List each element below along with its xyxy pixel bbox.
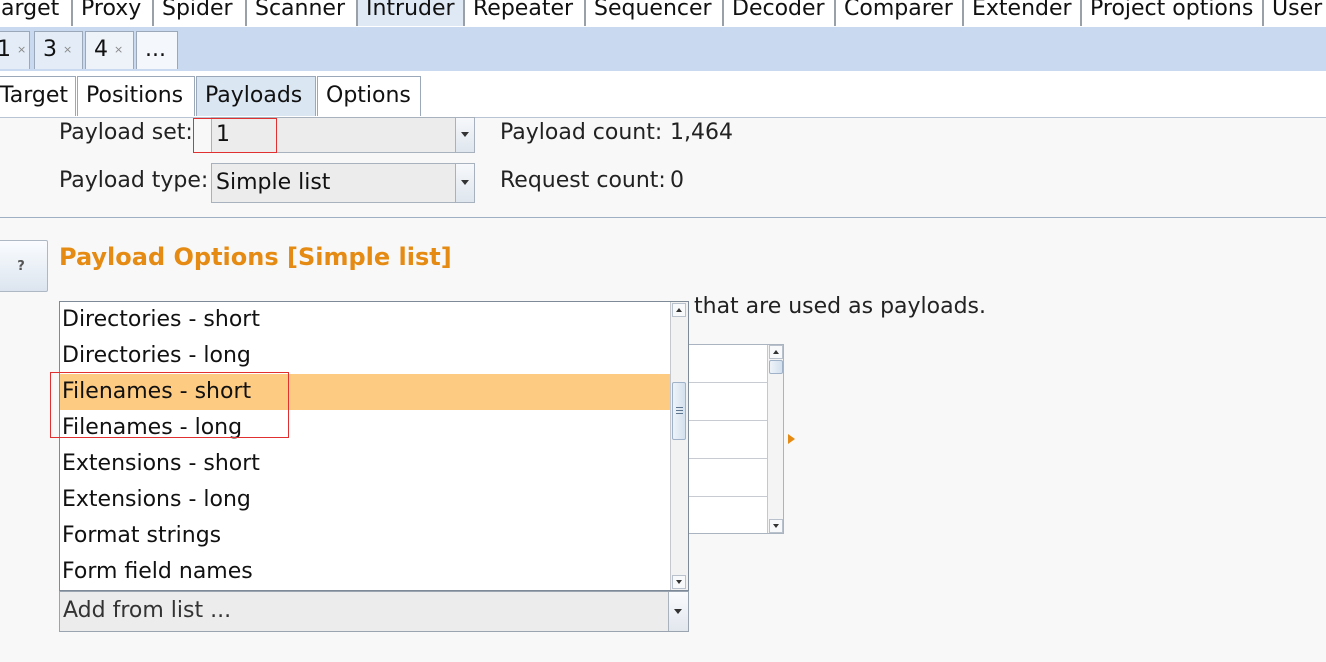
scroll-up-icon[interactable] [672,303,686,317]
close-icon[interactable]: × [63,43,72,56]
tab-label: Scanner [255,0,346,21]
annotation-box [50,372,289,438]
tab-label: Decoder [732,0,825,21]
tab-label: Repeater [473,0,574,21]
payload-type-value: Simple list [216,170,331,195]
list-item[interactable]: Extensions - long [60,482,671,518]
scroll-thumb[interactable] [672,382,686,440]
tab-label: Payloads [205,83,303,108]
section-divider [0,217,1326,218]
list-item[interactable]: Directories - short [60,302,671,338]
list-item[interactable]: Directories - long [60,338,671,374]
tab-positions[interactable]: Positions [77,76,195,116]
payload-type-select[interactable]: Simple list [211,163,475,203]
tab-label: arget [1,0,60,21]
tab-label: Options [326,83,411,108]
tab-label: Spider [162,0,233,21]
tab-label: Comparer [844,0,953,21]
close-icon[interactable]: × [17,43,26,56]
tab-extender[interactable]: Extender [963,0,1081,26]
instance-tab-1[interactable]: 1 × [0,31,30,69]
add-from-list-dropdown[interactable]: Directories - short Directories - long F… [59,301,689,591]
tab-label: 1 [0,37,11,62]
tab-label: 3 [43,37,57,62]
tab-label: Extender [972,0,1072,21]
payload-count-label: Payload count: [500,120,663,145]
instance-tab-bar: 1 × 3 × 4 × ... [0,27,1326,72]
annotation-box [193,118,277,153]
scrollbar[interactable] [767,345,783,533]
payload-count-value: 1,464 [670,120,733,145]
list-item[interactable]: Form field names [60,554,671,590]
request-count-value: 0 [670,168,684,193]
instance-tab-4[interactable]: 4 × [85,31,134,69]
new-tab-button[interactable]: ... [136,31,178,69]
tab-sequencer[interactable]: Sequencer [585,0,723,26]
request-count-label: Request count: [500,168,666,193]
scroll-up-icon[interactable] [769,345,783,359]
dropdown-arrow-icon[interactable] [668,592,688,631]
tab-label: Sequencer [594,0,712,21]
close-icon[interactable]: × [114,43,123,56]
tab-label: Target [0,83,69,108]
tab-options[interactable]: Options [317,76,421,116]
help-button[interactable]: ? [0,240,48,292]
payload-list-table[interactable] [688,344,784,534]
tab-proxy[interactable]: Proxy [72,0,153,26]
section-heading: Payload Options [Simple list] [59,243,452,271]
add-from-list-label: Add from list ... [63,598,232,623]
tab-label: Project options [1090,0,1254,21]
payload-type-label: Payload type: [59,168,209,193]
tab-intruder[interactable]: Intruder [357,0,464,26]
sub-tab-bar: Target Positions Payloads Options [0,71,1326,118]
tab-label: ... [145,37,166,62]
scroll-down-icon[interactable] [672,575,686,589]
tab-repeater[interactable]: Repeater [464,0,585,26]
tab-scanner[interactable]: Scanner [246,0,357,26]
payload-set-label: Payload set: [59,120,193,145]
instance-tab-3[interactable]: 3 × [34,31,83,69]
arrow-right-icon [788,434,795,444]
dropdown-arrow-icon[interactable] [455,118,474,152]
tab-project-options[interactable]: Project options [1081,0,1263,26]
add-from-list-select[interactable]: Add from list ... [59,591,689,632]
tab-label: User [1272,0,1323,21]
scroll-thumb[interactable] [769,360,783,374]
scroll-down-icon[interactable] [769,519,783,533]
tab-payloads[interactable]: Payloads [196,76,316,116]
tab-target[interactable]: Target [0,76,76,116]
tab-decoder[interactable]: Decoder [723,0,835,26]
tab-user-options[interactable]: User [1263,0,1326,26]
dropdown-arrow-icon[interactable] [455,164,474,202]
list-item[interactable]: Extensions - short [60,446,671,482]
tab-target[interactable]: arget [0,0,72,26]
tab-label: Proxy [81,0,142,21]
tab-comparer[interactable]: Comparer [835,0,963,26]
tab-label: Positions [86,83,184,108]
tab-spider[interactable]: Spider [153,0,246,26]
scrollbar[interactable] [670,302,688,590]
main-tab-bar: arget Proxy Spider Scanner Intruder Repe… [0,0,1326,27]
tab-label: Intruder [366,0,455,21]
section-description: that are used as payloads. [694,294,987,319]
list-item[interactable]: Format strings [60,518,671,554]
tab-label: 4 [94,37,108,62]
